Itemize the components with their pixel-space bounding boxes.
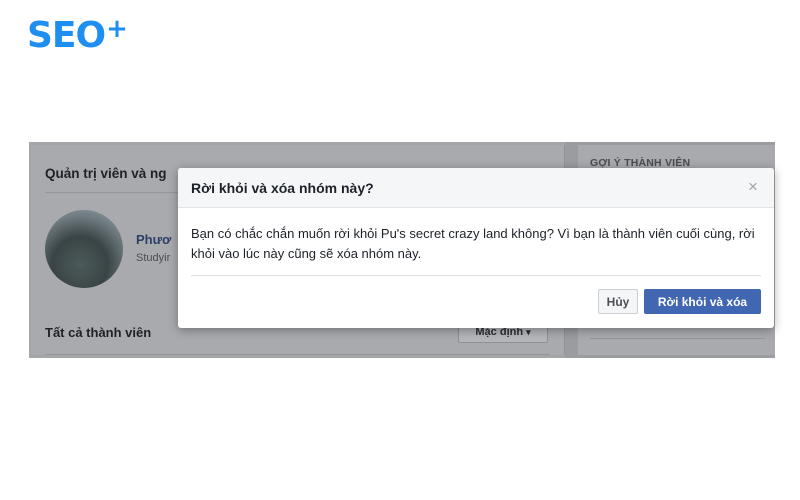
- cancel-button[interactable]: Hủy: [598, 289, 638, 314]
- member-name-link[interactable]: Phươ: [136, 232, 171, 247]
- leave-and-delete-button[interactable]: Rời khỏi và xóa: [644, 289, 761, 314]
- logo-text: SEO: [27, 15, 106, 56]
- dialog-message: Bạn có chắc chắn muốn rời khỏi Pu's secr…: [191, 226, 755, 261]
- close-icon[interactable]: ×: [744, 178, 762, 196]
- seo-plus-logo: SEO +: [27, 14, 128, 58]
- admins-section-title: Quản trị viên và ng: [45, 166, 167, 181]
- dialog-header: Rời khỏi và xóa nhóm này? ×: [178, 168, 774, 208]
- caret-down-icon: ▾: [526, 326, 531, 337]
- member-subtitle: Studyir: [136, 252, 171, 264]
- all-members-title: Tất cả thành viên: [45, 325, 152, 340]
- divider: [590, 338, 765, 339]
- avatar[interactable]: [45, 210, 123, 288]
- dialog-title: Rời khỏi và xóa nhóm này?: [191, 180, 374, 196]
- leave-and-delete-group-dialog: Rời khỏi và xóa nhóm này? × Bạn có chắc …: [178, 168, 774, 328]
- divider: [45, 354, 550, 355]
- logo-plus: +: [106, 14, 128, 44]
- dialog-divider: [191, 275, 761, 276]
